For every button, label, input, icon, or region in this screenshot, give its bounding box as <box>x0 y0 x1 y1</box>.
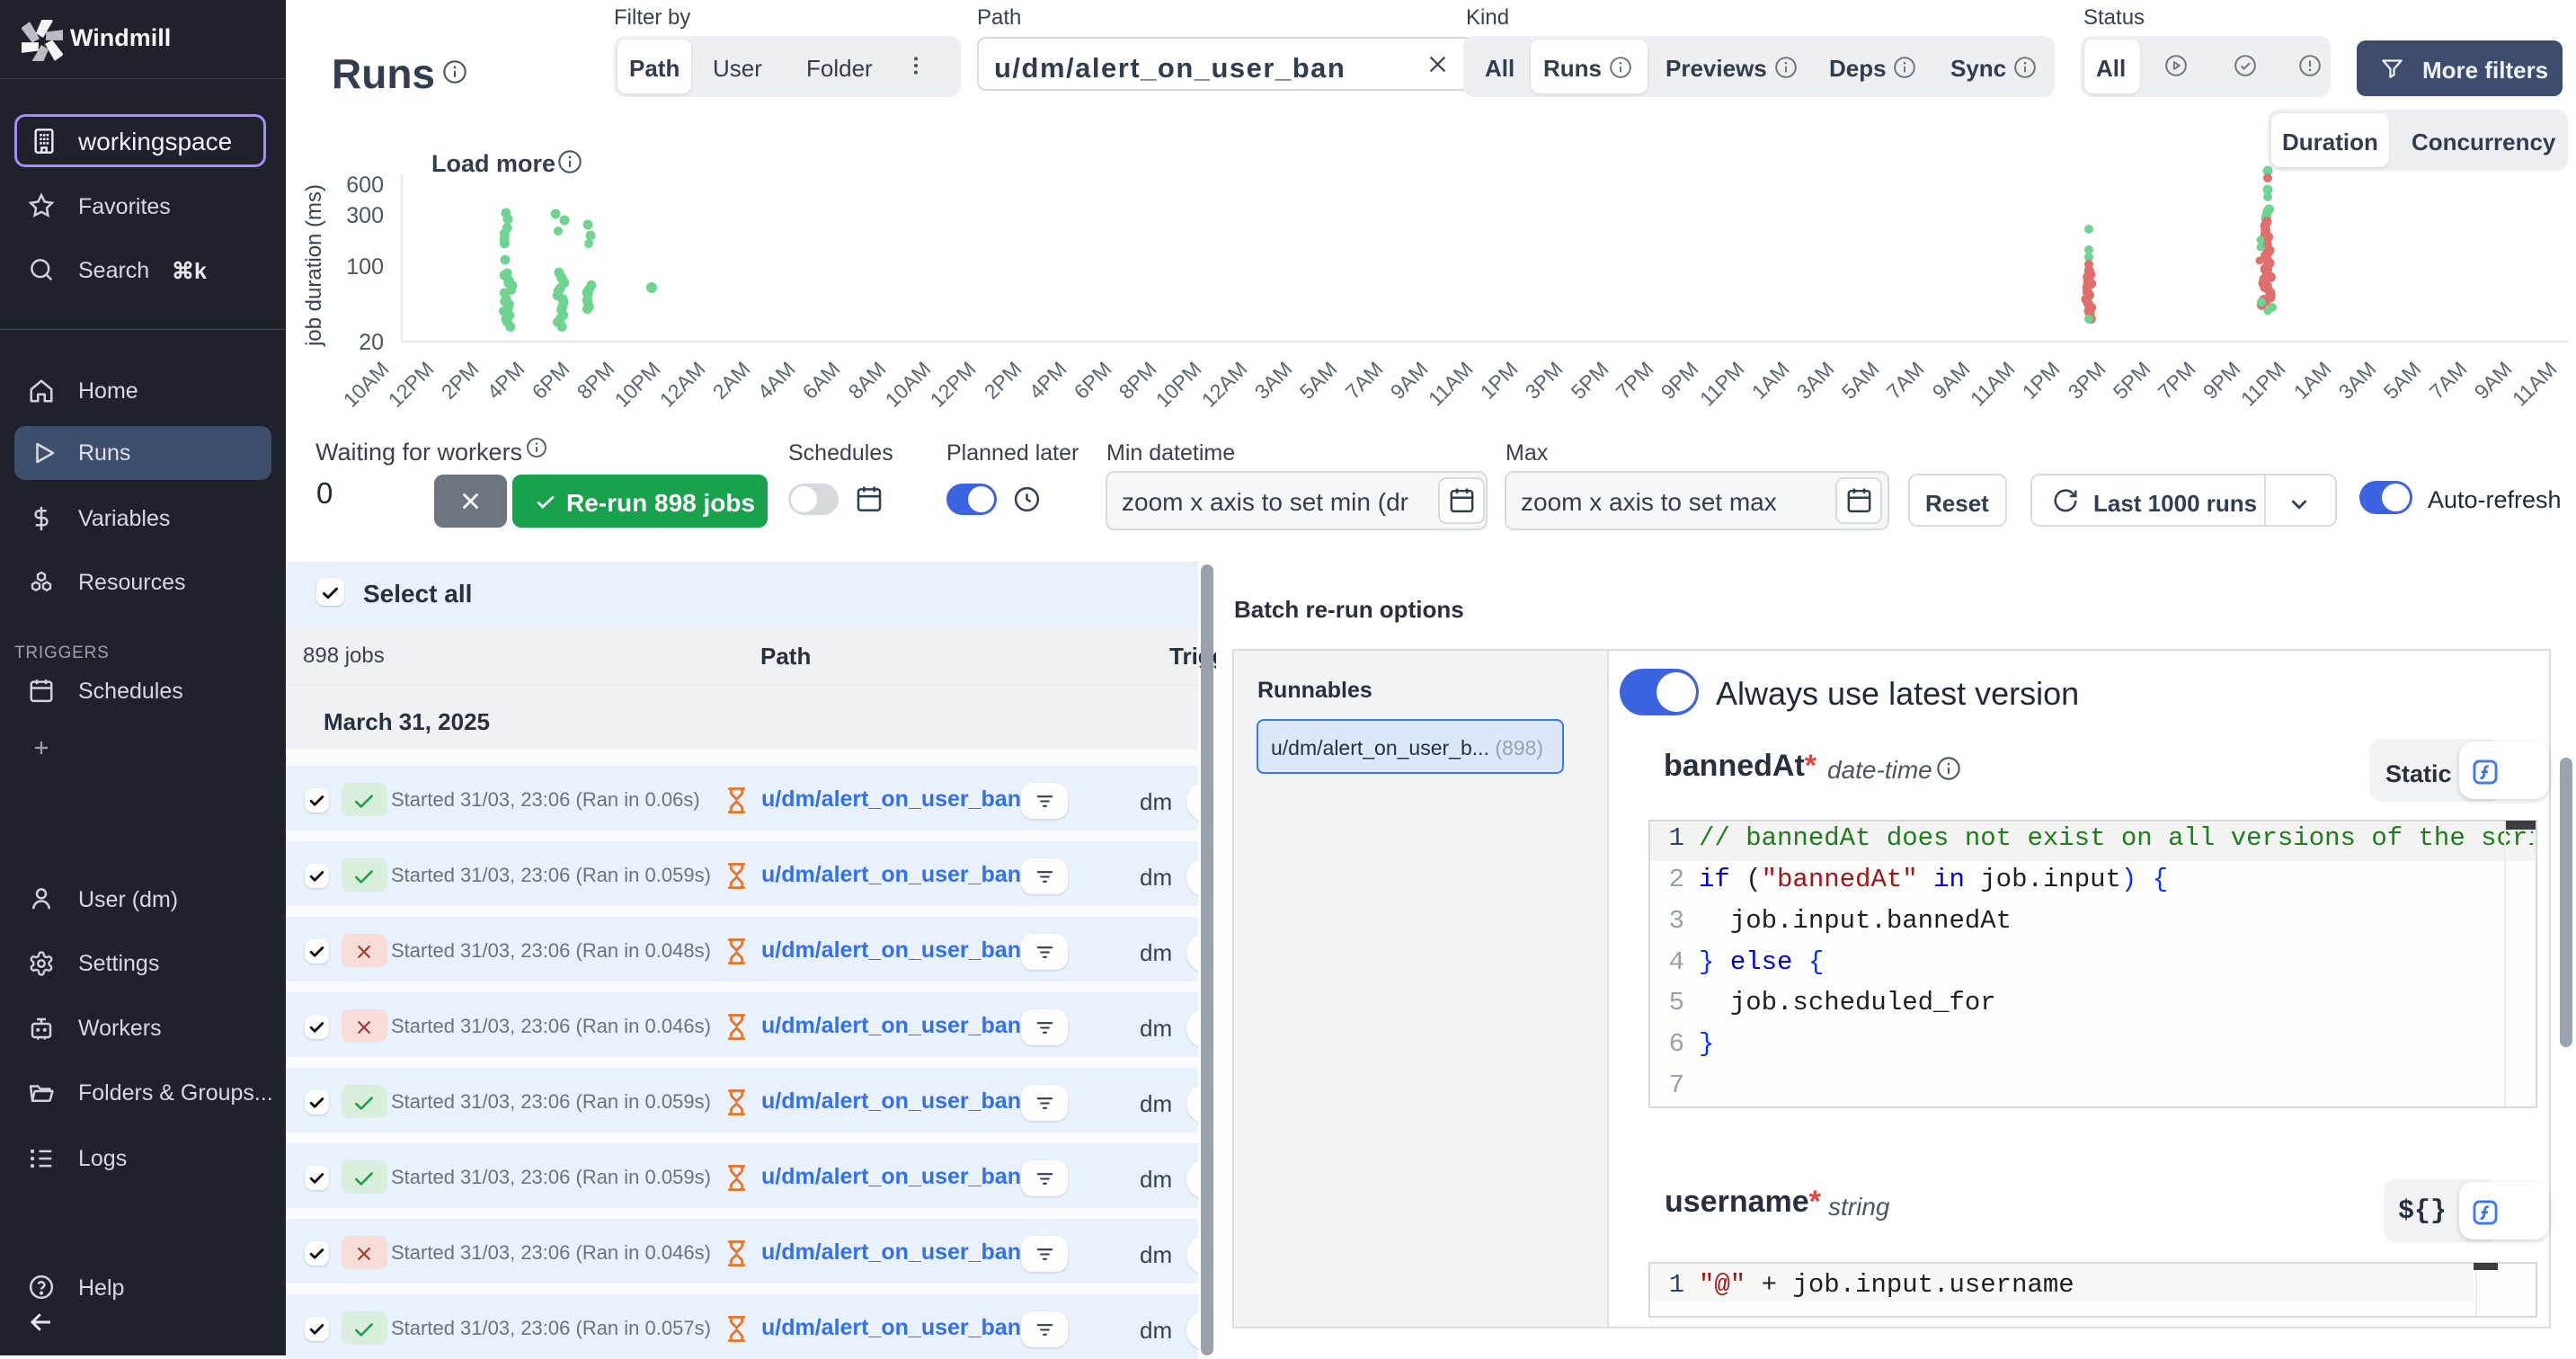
svg-text:9PM: 9PM <box>1657 357 1703 404</box>
svg-text:1AM: 1AM <box>1747 357 1794 404</box>
svg-text:11PM: 11PM <box>1695 357 1749 411</box>
svg-text:11AM: 11AM <box>1966 357 2020 411</box>
svg-text:4PM: 4PM <box>1025 357 1071 404</box>
svg-text:11AM: 11AM <box>2508 357 2562 411</box>
svg-text:10AM: 10AM <box>339 357 394 412</box>
svg-text:10AM: 10AM <box>881 357 936 412</box>
svg-text:12AM: 12AM <box>655 357 710 412</box>
svg-text:7PM: 7PM <box>2154 357 2200 404</box>
svg-text:7PM: 7PM <box>1612 357 1658 404</box>
svg-text:12PM: 12PM <box>926 357 981 412</box>
svg-text:11PM: 11PM <box>2236 357 2290 411</box>
svg-text:6PM: 6PM <box>1070 357 1116 404</box>
svg-text:5AM: 5AM <box>1837 357 1884 404</box>
svg-text:11AM: 11AM <box>1424 357 1478 411</box>
svg-text:4AM: 4AM <box>753 357 800 404</box>
svg-text:2PM: 2PM <box>980 357 1026 404</box>
svg-text:7AM: 7AM <box>1341 357 1388 404</box>
svg-text:600: 600 <box>346 173 384 198</box>
svg-text:6AM: 6AM <box>798 357 845 404</box>
svg-text:2AM: 2AM <box>708 357 755 404</box>
svg-text:1PM: 1PM <box>1476 357 1523 404</box>
svg-text:4PM: 4PM <box>483 357 529 404</box>
svg-text:7AM: 7AM <box>1882 357 1929 404</box>
svg-text:3AM: 3AM <box>2334 357 2381 404</box>
svg-text:5AM: 5AM <box>2379 357 2426 404</box>
svg-text:20: 20 <box>359 330 384 355</box>
svg-text:2PM: 2PM <box>437 357 484 404</box>
svg-text:12AM: 12AM <box>1197 357 1252 412</box>
svg-text:5AM: 5AM <box>1295 357 1342 404</box>
svg-text:5PM: 5PM <box>2109 357 2155 404</box>
svg-text:300: 300 <box>346 203 384 228</box>
svg-text:1AM: 1AM <box>2289 357 2336 404</box>
svg-text:6PM: 6PM <box>528 357 574 404</box>
svg-text:3PM: 3PM <box>2064 357 2110 404</box>
svg-text:100: 100 <box>346 254 384 280</box>
svg-text:10PM: 10PM <box>1151 357 1206 412</box>
svg-text:job duration (ms): job duration (ms) <box>302 184 326 347</box>
svg-text:3AM: 3AM <box>1250 357 1297 404</box>
svg-text:10PM: 10PM <box>610 357 665 412</box>
svg-text:5PM: 5PM <box>1567 357 1613 404</box>
svg-text:12PM: 12PM <box>384 357 439 412</box>
svg-text:1PM: 1PM <box>2018 357 2065 404</box>
svg-text:7AM: 7AM <box>2425 357 2472 404</box>
svg-text:3AM: 3AM <box>1792 357 1839 404</box>
svg-text:3PM: 3PM <box>1521 357 1568 404</box>
